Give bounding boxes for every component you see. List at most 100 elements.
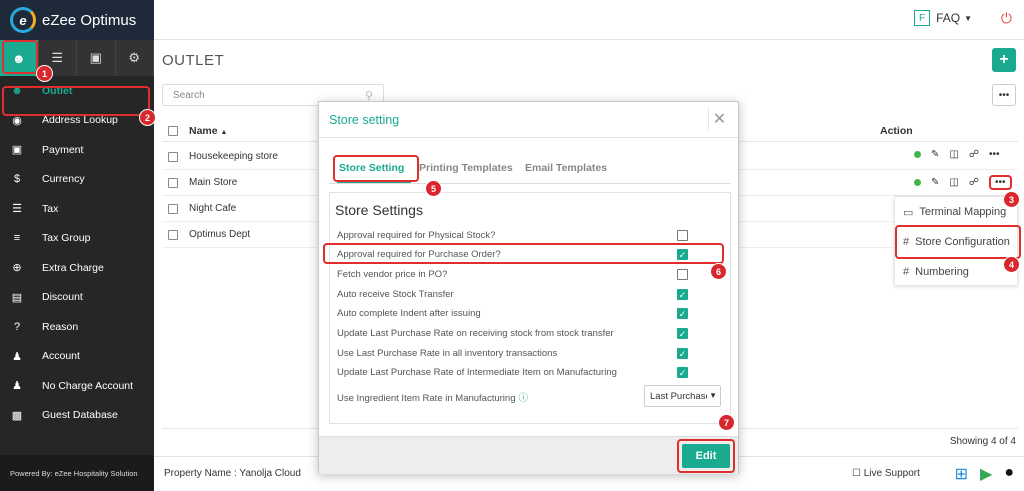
setting-label: Update Last Purchase Rate on receiving s… xyxy=(337,328,614,339)
highlight-purchase-order xyxy=(323,243,724,264)
logo[interactable]: e eZee Optimus xyxy=(0,0,154,40)
link-icon[interactable]: ☍ xyxy=(969,149,979,160)
faq-label: FAQ xyxy=(936,11,961,25)
menu-icon: ☰ xyxy=(12,203,22,216)
edit-icon[interactable]: ✎ xyxy=(931,177,939,188)
sidebar-item-tax-group[interactable]: ≡ Tax Group xyxy=(0,224,154,254)
pagination-info: Showing 4 of 4 xyxy=(949,436,1016,447)
setting-checkbox[interactable]: ✓ xyxy=(677,367,688,378)
close-icon[interactable]: ✕ xyxy=(708,108,730,130)
modal-footer: Edit xyxy=(319,436,738,474)
setting-checkbox[interactable]: ✓ xyxy=(677,308,688,319)
more-icon[interactable]: ••• xyxy=(988,175,1012,190)
tab-cart[interactable]: ▣ xyxy=(77,40,116,76)
more-icon[interactable]: ••• xyxy=(989,149,1000,160)
setting-checkbox[interactable]: ✓ xyxy=(677,328,688,339)
sidebar-item-no-charge-account[interactable]: ♟ No Charge Account xyxy=(0,371,154,401)
step-marker: 2 xyxy=(139,109,156,126)
step-marker: 1 xyxy=(36,65,53,82)
tab-printing-templates[interactable]: Printing Templates xyxy=(419,162,513,174)
highlight-outlet-item xyxy=(2,86,150,116)
step-marker: 5 xyxy=(425,180,442,197)
add-outlet-button[interactable]: + xyxy=(992,48,1016,72)
sidebar-item-account[interactable]: ♟ Account xyxy=(0,342,154,372)
highlight-user-tab xyxy=(2,40,38,74)
sidebar-item-guest-database[interactable]: ▩ Guest Database xyxy=(0,401,154,431)
setting-label: Approval required for Physical Stock? xyxy=(337,230,496,241)
setting-label: Auto receive Stock Transfer xyxy=(337,289,454,300)
sidebar-item-label: Address Lookup xyxy=(42,114,118,127)
status-dot xyxy=(914,179,921,186)
live-support-link[interactable]: ☐ Live Support xyxy=(852,468,920,479)
row-name: Optimus Dept xyxy=(189,229,251,240)
column-action: Action xyxy=(880,125,913,137)
setting-label: Use Ingredient Item Rate in Manufacturin… xyxy=(337,390,528,404)
menu-item-label: Numbering xyxy=(915,266,969,278)
sidebar-item-reason[interactable]: ? Reason xyxy=(0,312,154,342)
setting-row: Update Last Purchase Rate of Intermediat… xyxy=(337,364,717,382)
setting-row: Auto complete Indent after issuing ✓ xyxy=(337,305,717,323)
row-checkbox[interactable] xyxy=(168,178,178,188)
sidebar-item-label: Payment xyxy=(42,143,84,156)
gear-icon: ⚙ xyxy=(128,50,141,65)
highlight-store-setting-tab xyxy=(333,155,419,182)
menu-item-numbering[interactable]: # Numbering xyxy=(895,257,1019,287)
setting-checkbox[interactable]: ✓ xyxy=(677,289,688,300)
sidebar-item-discount[interactable]: ▤ Discount xyxy=(0,283,154,313)
setting-checkbox[interactable] xyxy=(677,230,688,241)
row-checkbox[interactable] xyxy=(168,152,178,162)
platform-icons: ⊞ ▶ ● xyxy=(955,464,1014,484)
apple-icon[interactable]: ● xyxy=(1004,464,1014,484)
tab-email-templates[interactable]: Email Templates xyxy=(525,162,607,174)
column-name[interactable]: Name ▲ xyxy=(189,125,227,137)
modal-title: Store setting xyxy=(329,112,400,127)
sidebar-item-label: Account xyxy=(42,350,80,363)
person-icon: ♟ xyxy=(12,350,22,363)
setting-label: Update Last Purchase Rate of Intermediat… xyxy=(337,367,617,378)
sidebar-item-currency[interactable]: $ Currency xyxy=(0,165,154,195)
power-icon[interactable]: ⏻ xyxy=(1001,10,1012,27)
sidebar-nav: ☻ Outlet ◉ Address Lookup ▣ Payment $ Curren… xyxy=(0,76,154,430)
tab-settings[interactable]: ⚙ xyxy=(116,40,154,76)
topbar: F FAQ ▼ ⏻ xyxy=(154,0,1024,40)
setting-row: Update Last Purchase Rate on receiving s… xyxy=(337,325,717,343)
sidebar-item-label: Currency xyxy=(42,173,85,186)
sidebar-item-label: No Charge Account xyxy=(42,379,134,392)
sidebar-item-tax[interactable]: ☰ Tax xyxy=(0,194,154,224)
powered-by: Powered By: eZee Hospitality Solution xyxy=(0,455,154,491)
hash-icon: # xyxy=(903,266,910,278)
edit-icon[interactable]: ✎ xyxy=(931,149,939,160)
row-checkbox[interactable] xyxy=(168,204,178,214)
faq-badge: F xyxy=(914,10,931,26)
row-name: Night Cafe xyxy=(189,203,237,214)
faq-dropdown[interactable]: F FAQ ▼ xyxy=(914,10,972,26)
edit-button[interactable]: Edit xyxy=(682,444,730,468)
ingredient-rate-select[interactable]: Last Purchase ▼ xyxy=(644,385,721,407)
trash-icon[interactable]: ◫ xyxy=(949,177,958,188)
sidebar-item-payment[interactable]: ▣ Payment xyxy=(0,135,154,165)
google-play-icon[interactable]: ▶ xyxy=(980,464,992,484)
trash-icon[interactable]: ◫ xyxy=(949,149,958,160)
setting-checkbox[interactable]: ✓ xyxy=(677,348,688,359)
more-options-button[interactable]: ••• xyxy=(992,84,1016,106)
sidebar-item-label: Tax Group xyxy=(42,232,91,245)
caret-down-icon: ▼ xyxy=(707,391,717,400)
page-title: OUTLET xyxy=(162,52,225,69)
sidebar-item-extra-charge[interactable]: ⊕ Extra Charge xyxy=(0,253,154,283)
select-all-checkbox[interactable] xyxy=(168,126,178,136)
step-marker: 7 xyxy=(718,414,735,431)
question-icon: ? xyxy=(13,320,21,333)
sidebar-item-label: Tax xyxy=(42,202,59,215)
sidebar-item-label: Extra Charge xyxy=(42,261,104,274)
modal-tabs: Store Setting Printing Templates Email T… xyxy=(329,152,731,184)
database-icon: ▩ xyxy=(11,409,23,422)
menu-item-terminal-mapping[interactable]: ▭ Terminal Mapping xyxy=(895,197,1019,227)
monitor-icon: ▭ xyxy=(903,206,914,219)
windows-icon[interactable]: ⊞ xyxy=(955,464,968,484)
link-icon[interactable]: ☍ xyxy=(969,177,979,188)
live-support-label: Live Support xyxy=(863,468,920,479)
row-checkbox[interactable] xyxy=(168,230,178,240)
sidebar-item-label: Discount xyxy=(42,291,83,304)
row-actions: ✎ ◫ ☍ ••• xyxy=(914,149,1000,160)
setting-checkbox[interactable] xyxy=(677,269,688,280)
